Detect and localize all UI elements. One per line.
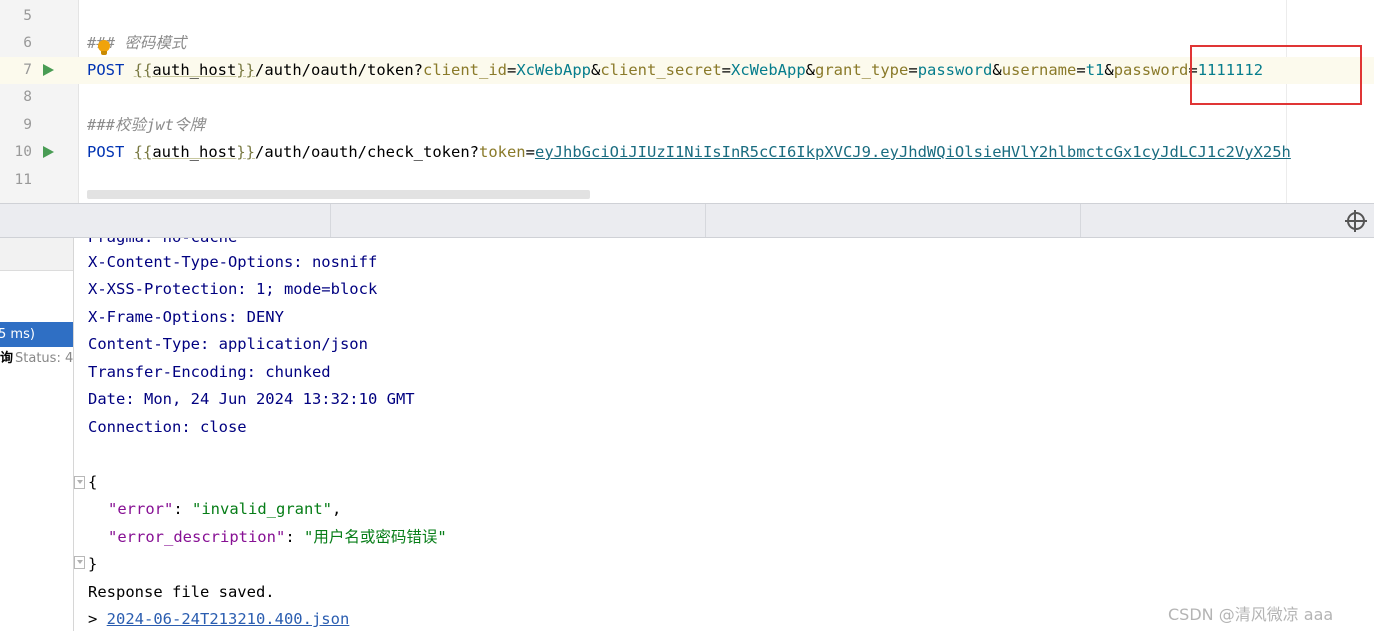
- response-header: X-Frame-Options: DENY: [88, 308, 284, 326]
- history-item-label: 5 ms): [0, 327, 35, 342]
- json-description-line: "error_description": "用户名或密码错误": [108, 528, 447, 546]
- line-number: 6: [23, 35, 32, 51]
- request-token: POST {{auth_host}}/auth/oauth/token?clie…: [87, 61, 1264, 79]
- csdn-watermark: CSDN @清风微凉 aaa: [1168, 605, 1334, 624]
- json-value: "invalid_grant": [192, 500, 332, 518]
- param-key: username: [1001, 61, 1077, 79]
- line-number: 9: [23, 117, 32, 133]
- env-variable[interactable]: auth_host: [152, 143, 236, 161]
- editor-line-7[interactable]: 7 POST {{auth_host}}/auth/oauth/token?cl…: [0, 57, 1374, 84]
- param-value: password: [917, 61, 993, 79]
- run-request-icon[interactable]: [43, 146, 54, 158]
- line-number: 5: [23, 8, 32, 24]
- response-file-line: > 2024-06-24T213210.400.json: [88, 606, 349, 631]
- file-prefix: >: [88, 610, 107, 628]
- editor-line-8[interactable]: 8: [0, 84, 1374, 111]
- line-number: 10: [14, 144, 32, 160]
- history-item-selected[interactable]: 5 ms): [0, 322, 73, 347]
- response-header: Date: Mon, 24 Jun 2024 13:32:10 GMT: [88, 390, 415, 408]
- param-value: XcWebApp: [516, 61, 591, 79]
- response-viewer[interactable]: Pragma: no-cache X-Content-Type-Options:…: [74, 238, 1374, 631]
- editor-line-5[interactable]: 5: [0, 3, 1374, 30]
- brace-close: }}: [236, 143, 256, 161]
- response-header: Transfer-Encoding: chunked: [88, 363, 331, 381]
- param-value: t1: [1085, 61, 1105, 79]
- history-header: [0, 238, 73, 271]
- http-method: POST: [87, 143, 125, 161]
- param-value: XcWebApp: [731, 61, 806, 79]
- editor-line-6[interactable]: 6 ### 密码模式: [0, 30, 1374, 57]
- param-key: grant_type: [815, 61, 909, 79]
- response-header: X-XSS-Protection: 1; mode=block: [88, 280, 378, 298]
- token-value: eyJhbGciOiJIUzI1NiIsInR5cCI6IkpXVCJ9.eyJ…: [535, 143, 1291, 161]
- editor-line-10[interactable]: 10 POST {{auth_host}}/auth/oauth/check_t…: [0, 139, 1374, 166]
- env-variable[interactable]: auth_host: [152, 61, 236, 79]
- comment-text: 密码模式: [115, 34, 187, 52]
- password-highlight-box: [1190, 45, 1362, 105]
- brace-close: }}: [236, 61, 256, 79]
- http-method: POST: [87, 61, 125, 79]
- intention-bulb-icon[interactable]: [98, 40, 110, 55]
- response-file-link[interactable]: 2024-06-24T213210.400.json: [107, 610, 350, 628]
- response-saved-text: Response file saved.: [88, 583, 275, 601]
- http-request-editor[interactable]: 5 6 ### 密码模式 7 POST {{auth_host}}/auth/o…: [0, 0, 1374, 203]
- response-header: Connection: close: [88, 418, 247, 436]
- history-item-status: Status: 4: [15, 351, 73, 366]
- comment-verify-jwt: ###校验jwt令牌: [87, 116, 205, 134]
- toolbar-divider: [330, 204, 331, 237]
- json-close-brace: }: [88, 555, 98, 573]
- request-path: /auth/oauth/token?: [255, 61, 423, 79]
- request-path: /auth/oauth/check_token?: [255, 143, 479, 161]
- param-key: client_secret: [600, 61, 722, 79]
- json-key: "error": [108, 500, 174, 518]
- run-request-icon[interactable]: [43, 64, 54, 76]
- request-check-token: POST {{auth_host}}/auth/oauth/check_toke…: [87, 143, 1291, 161]
- services-toolbar: [0, 203, 1374, 238]
- history-item-query: 询: [0, 351, 14, 366]
- param-key: client_id: [423, 61, 507, 79]
- json-open-brace: {: [88, 473, 98, 491]
- crosshair-icon[interactable]: [1345, 210, 1367, 232]
- fold-toggle-icon[interactable]: [74, 476, 85, 489]
- editor-line-9[interactable]: 9 ###校验jwt令牌: [0, 112, 1374, 139]
- horizontal-scrollbar[interactable]: [87, 190, 590, 199]
- line-number: 7: [23, 62, 32, 78]
- response-header: X-Content-Type-Options: nosniff: [88, 253, 378, 271]
- request-history-panel: 5 ms) 询 Status: 4: [0, 238, 74, 631]
- json-key: "error_description": [108, 528, 286, 546]
- param-key: password: [1113, 61, 1189, 79]
- fold-toggle-icon[interactable]: [74, 556, 85, 569]
- json-error-line: "error": "invalid_grant",: [108, 500, 342, 518]
- line-number: 11: [14, 172, 32, 188]
- history-item[interactable]: 询 Status: 4: [0, 348, 73, 370]
- brace-open: {{: [133, 143, 153, 161]
- toolbar-divider: [705, 204, 706, 237]
- toolbar-divider: [1080, 204, 1081, 237]
- param-key: token: [478, 143, 526, 161]
- line-number: 8: [23, 89, 32, 105]
- json-value: "用户名或密码错误": [303, 528, 447, 546]
- response-header: Content-Type: application/json: [88, 335, 368, 353]
- brace-open: {{: [133, 61, 153, 79]
